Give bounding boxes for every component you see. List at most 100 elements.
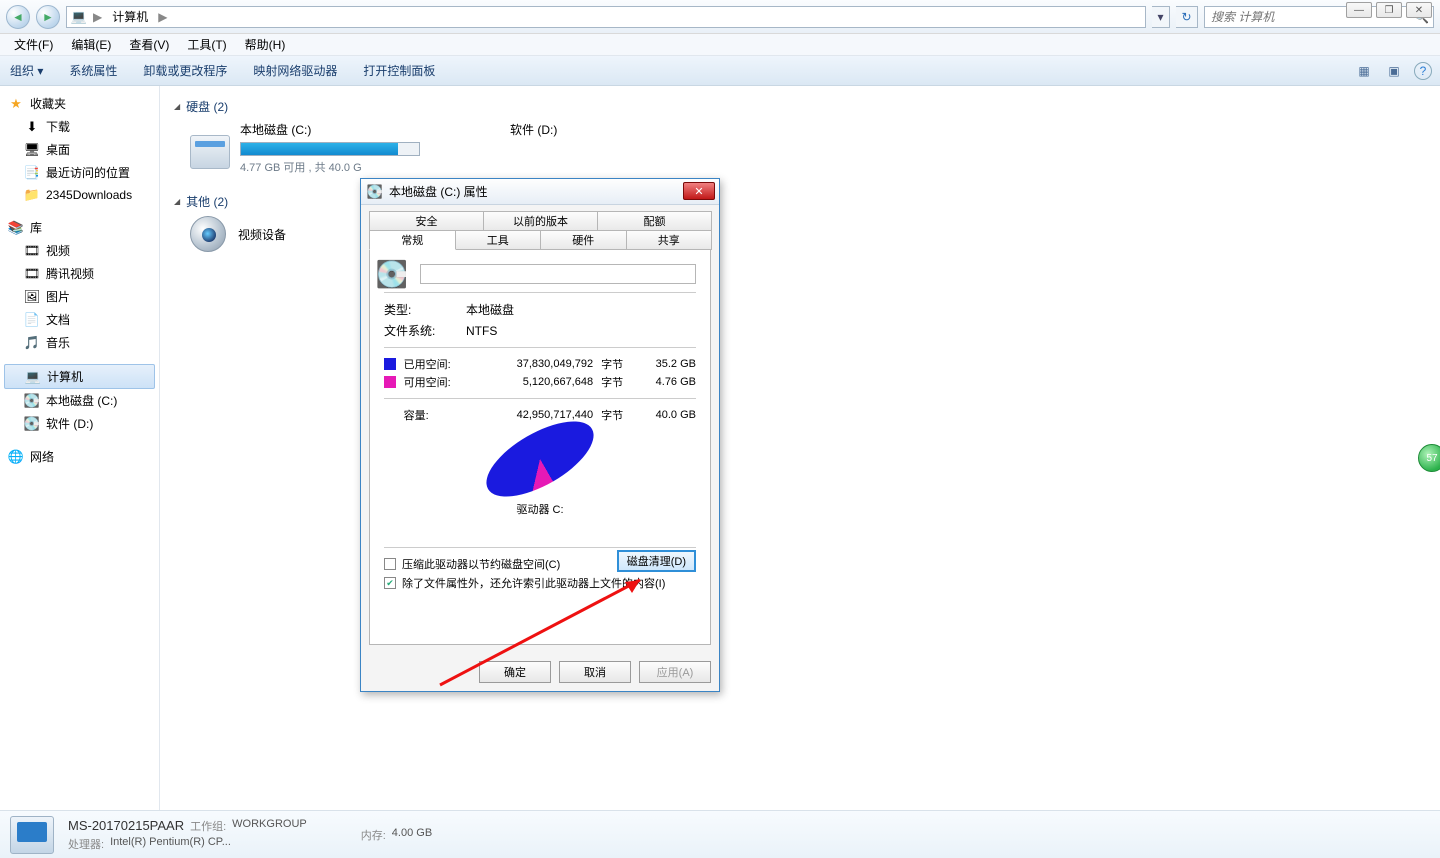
- dialog-close-button[interactable]: ✕: [683, 182, 715, 200]
- toolbar-uninstall[interactable]: 卸载或更改程序: [143, 62, 227, 79]
- forward-button[interactable]: ►: [36, 5, 60, 29]
- help-icon[interactable]: ?: [1414, 62, 1432, 80]
- drive-label-input[interactable]: [420, 264, 696, 284]
- sidebar-item-music[interactable]: 🎵音乐: [0, 331, 159, 354]
- drive-letter-label: 驱动器 C:: [384, 501, 696, 517]
- computer-large-icon: [10, 816, 54, 854]
- view-options-icon[interactable]: ▦: [1354, 61, 1374, 81]
- cpu-value: Intel(R) Pentium(R) CP...: [110, 836, 231, 852]
- menu-file[interactable]: 文件(F): [6, 34, 61, 55]
- apply-button[interactable]: 应用(A): [639, 661, 711, 683]
- address-bar[interactable]: 💻 ▶ 计算机 ▶: [66, 6, 1146, 28]
- webcam-icon: [190, 216, 226, 252]
- drive-icon: 💽: [367, 184, 383, 200]
- disk-cleanup-button[interactable]: 磁盘清理(D): [617, 550, 696, 572]
- sidebar-favorites-label: 收藏夹: [30, 95, 66, 112]
- network-icon: 🌐: [8, 449, 24, 465]
- details-pane: MS-20170215PAAR 工作组: WORKGROUP 处理器: Inte…: [0, 810, 1440, 858]
- navigation-bar: ◄ ► 💻 ▶ 计算机 ▶ ▾ ↻ 🔍: [0, 0, 1440, 34]
- memory-label: 内存:: [361, 827, 386, 843]
- sidebar-item-label: 2345Downloads: [46, 188, 132, 202]
- drive-c[interactable]: 本地磁盘 (C:) 4.77 GB 可用 , 共 40.0 G: [190, 121, 450, 175]
- preview-pane-icon[interactable]: ▣: [1384, 61, 1404, 81]
- sidebar-item-label: 文档: [46, 311, 70, 328]
- sidebar-item-tencent[interactable]: 🎞腾讯视频: [0, 262, 159, 285]
- sidebar-network-label: 网络: [30, 448, 54, 465]
- close-window-button[interactable]: ✕: [1406, 2, 1432, 18]
- back-button[interactable]: ◄: [6, 5, 30, 29]
- sidebar-favorites-head[interactable]: ★ 收藏夹: [0, 92, 159, 115]
- sidebar-computer-label: 计算机: [47, 368, 83, 385]
- hostname: MS-20170215PAAR: [68, 818, 184, 834]
- dialog-buttons: 确定 取消 应用(A): [361, 653, 719, 691]
- tab-general[interactable]: 常规: [369, 230, 456, 250]
- sidebar-item-label: 本地磁盘 (C:): [46, 392, 117, 409]
- tab-sharing[interactable]: 共享: [626, 230, 713, 250]
- download-icon: ⬇: [24, 119, 40, 135]
- sidebar-item-documents[interactable]: 📄 文档: [0, 308, 159, 331]
- content-pane: 硬盘 (2) 本地磁盘 (C:) 4.77 GB 可用 , 共 40.0 G 软…: [160, 86, 1440, 810]
- toolbar-controlpanel[interactable]: 打开控制面板: [363, 62, 435, 79]
- video-icon: 🎞: [24, 243, 40, 259]
- menu-edit[interactable]: 编辑(E): [63, 34, 119, 55]
- toolbar-mapdrive[interactable]: 映射网络驱动器: [253, 62, 337, 79]
- sidebar-item-2345[interactable]: 📁2345Downloads: [0, 184, 159, 206]
- desktop-icon: 🖥: [24, 142, 40, 158]
- tab-quota[interactable]: 配额: [597, 211, 712, 231]
- sidebar-item-label: 软件 (D:): [46, 415, 93, 432]
- menu-bar: 文件(F) 编辑(E) 查看(V) 工具(T) 帮助(H): [0, 34, 1440, 56]
- checkbox-checked-icon: ✔: [384, 577, 396, 589]
- sidebar-item-recent[interactable]: 📑最近访问的位置: [0, 161, 159, 184]
- sidebar-item-pictures[interactable]: 🖼图片: [0, 285, 159, 308]
- category-disk[interactable]: 硬盘 (2): [174, 98, 1426, 115]
- document-icon: 📄: [24, 312, 40, 328]
- menu-view[interactable]: 查看(V): [121, 34, 177, 55]
- refresh-button[interactable]: ↻: [1176, 6, 1198, 28]
- ok-button[interactable]: 确定: [479, 661, 551, 683]
- menu-tools[interactable]: 工具(T): [179, 34, 234, 55]
- sidebar-item-downloads[interactable]: ⬇下载: [0, 115, 159, 138]
- tab-tools[interactable]: 工具: [455, 230, 542, 250]
- sidebar-item-desktop[interactable]: 🖥 桌面: [0, 138, 159, 161]
- sidebar-network-head[interactable]: 🌐 网络: [0, 445, 159, 468]
- drive-name: 本地磁盘 (C:): [240, 121, 450, 138]
- toolbar-sysprops[interactable]: 系统属性: [69, 62, 117, 79]
- sidebar-item-drive-d[interactable]: 💽软件 (D:): [0, 412, 159, 435]
- usage-bar: [240, 142, 420, 156]
- floating-badge[interactable]: 57: [1418, 444, 1440, 472]
- cancel-button[interactable]: 取消: [559, 661, 631, 683]
- bytes-unit: 字节: [601, 407, 634, 423]
- tab-previous[interactable]: 以前的版本: [483, 211, 598, 231]
- breadcrumb-sep-icon: ▶: [158, 10, 167, 24]
- device-label: 视频设备: [238, 226, 286, 243]
- sidebar-computer-head[interactable]: 💻 计算机: [4, 364, 155, 389]
- bytes-unit: 字节: [601, 374, 634, 390]
- tab-hardware[interactable]: 硬件: [540, 230, 627, 250]
- dialog-titlebar[interactable]: 💽 本地磁盘 (C:) 属性 ✕: [361, 179, 719, 205]
- memory-value: 4.00 GB: [392, 827, 432, 843]
- sidebar-item-label: 桌面: [46, 141, 70, 158]
- computer-icon: 💻: [25, 369, 41, 385]
- sidebar-item-label: 音乐: [46, 334, 70, 351]
- sidebar-item-video[interactable]: 🎞视频: [0, 239, 159, 262]
- sidebar-item-drive-c[interactable]: 💽本地磁盘 (C:): [0, 389, 159, 412]
- maximize-button[interactable]: ❐: [1376, 2, 1402, 18]
- menu-help[interactable]: 帮助(H): [237, 34, 294, 55]
- capacity-gb: 40.0 GB: [642, 409, 696, 421]
- recent-icon: 📑: [24, 165, 40, 181]
- sidebar-libraries-head[interactable]: 📚库: [0, 216, 159, 239]
- breadcrumb-root[interactable]: 计算机: [108, 8, 152, 25]
- index-checkbox-row[interactable]: ✔ 除了文件属性外，还允许索引此驱动器上文件的内容(I): [384, 575, 696, 591]
- sidebar-item-label: 腾讯视频: [46, 265, 94, 282]
- minimize-button[interactable]: —: [1346, 2, 1372, 18]
- workgroup-label: 工作组:: [190, 818, 226, 834]
- star-icon: ★: [8, 96, 24, 112]
- drive-d[interactable]: 软件 (D:): [510, 121, 770, 175]
- tab-general-body: 💽 类型:本地磁盘 文件系统:NTFS 已用空间: 37,830,049,792…: [369, 249, 711, 645]
- usage-pie-chart: [480, 433, 600, 497]
- toolbar-organize[interactable]: 组织 ▾: [10, 62, 43, 79]
- used-color-icon: [384, 358, 396, 370]
- address-dropdown[interactable]: ▾: [1152, 6, 1170, 28]
- tab-security[interactable]: 安全: [369, 211, 484, 231]
- free-color-icon: [384, 376, 396, 388]
